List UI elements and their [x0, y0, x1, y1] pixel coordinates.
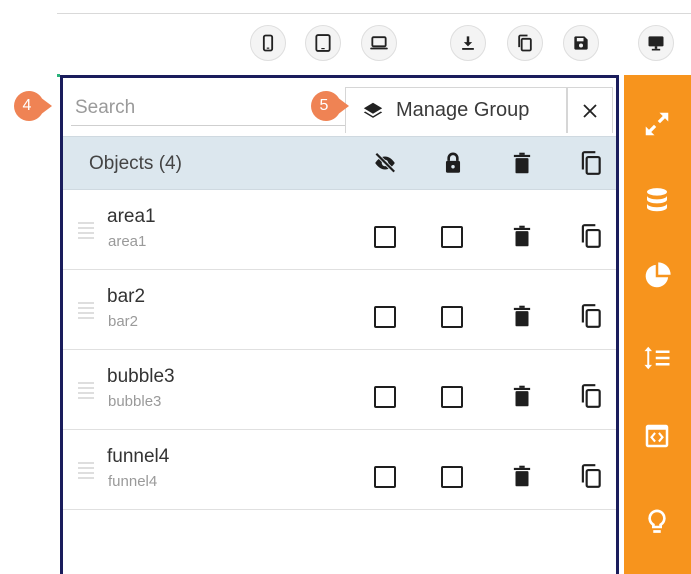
mobile-view-button[interactable] [250, 25, 286, 61]
objects-panel: Manage Group Objects (4) area1 area1 bar [60, 75, 619, 574]
save-icon [574, 36, 588, 50]
lock-checkbox[interactable] [441, 226, 463, 248]
trash-icon[interactable] [507, 461, 537, 491]
object-subtitle: funnel4 [108, 473, 158, 490]
visibility-checkbox[interactable] [374, 306, 396, 328]
trash-icon[interactable] [507, 221, 537, 251]
trash-icon[interactable] [507, 381, 537, 411]
object-row[interactable]: bubble3 bubble3 [63, 350, 616, 430]
expand-button[interactable] [640, 107, 674, 141]
callout-badge-4: 4 [14, 91, 52, 121]
search-input[interactable] [71, 90, 347, 126]
mobile-icon [262, 34, 274, 52]
manage-group-label: Manage Group [396, 99, 530, 121]
visibility-checkbox[interactable] [374, 386, 396, 408]
desktop-view-button[interactable] [638, 25, 674, 61]
object-name: area1 [107, 206, 156, 227]
object-row[interactable]: bar2 bar2 [63, 270, 616, 350]
trash-icon[interactable] [507, 301, 537, 331]
object-name: funnel4 [107, 446, 170, 467]
laptop-icon [370, 36, 388, 50]
toolbar-divider [57, 13, 691, 14]
pie-chart-button[interactable] [640, 259, 674, 293]
copy-icon[interactable] [576, 221, 606, 251]
sort-list-icon [644, 346, 670, 370]
drag-handle-icon[interactable] [77, 220, 95, 240]
objects-header: Objects (4) [63, 136, 616, 190]
object-row[interactable]: area1 area1 [63, 190, 616, 270]
visibility-checkbox[interactable] [374, 226, 396, 248]
callout-number: 5 [319, 97, 329, 114]
tablet-icon [315, 34, 331, 52]
lock-checkbox[interactable] [441, 466, 463, 488]
sort-list-button[interactable] [640, 341, 674, 375]
lock-checkbox[interactable] [441, 306, 463, 328]
copy-button[interactable] [507, 25, 543, 61]
object-subtitle: bar2 [108, 313, 139, 330]
callout-badge-5: 5 [311, 91, 349, 121]
copy-icon[interactable] [576, 461, 606, 491]
drag-handle-icon[interactable] [77, 460, 95, 480]
object-row[interactable]: funnel4 funnel4 [63, 430, 616, 510]
object-name: bubble3 [107, 366, 175, 387]
layers-icon [363, 102, 383, 118]
database-button[interactable] [640, 183, 674, 217]
manage-group-button[interactable]: Manage Group [345, 87, 567, 133]
object-subtitle: bubble3 [108, 393, 162, 410]
drag-handle-icon[interactable] [77, 300, 95, 320]
copy-icon [518, 34, 532, 52]
pie-chart-icon [645, 262, 671, 288]
drag-handle-icon[interactable] [77, 380, 95, 400]
desktop-icon [648, 36, 664, 51]
copy-all-icon[interactable] [576, 148, 606, 178]
trash-icon[interactable] [507, 148, 537, 178]
object-subtitle: area1 [108, 233, 147, 250]
close-button[interactable] [567, 87, 613, 133]
code-button[interactable] [640, 419, 674, 453]
visibility-checkbox[interactable] [374, 466, 396, 488]
tool-sidebar [624, 75, 691, 574]
lock-checkbox[interactable] [441, 386, 463, 408]
expand-icon [645, 112, 669, 136]
lightbulb-button[interactable] [640, 505, 674, 539]
laptop-view-button[interactable] [361, 25, 397, 61]
callout-number: 4 [22, 97, 32, 114]
copy-icon[interactable] [576, 301, 606, 331]
lightbulb-icon [648, 509, 666, 533]
tablet-view-button[interactable] [305, 25, 341, 61]
lock-icon[interactable] [438, 148, 468, 178]
download-icon [462, 36, 474, 50]
download-button[interactable] [450, 25, 486, 61]
visibility-off-icon[interactable] [370, 148, 400, 178]
object-name: bar2 [107, 286, 146, 307]
save-button[interactable] [563, 25, 599, 61]
copy-icon[interactable] [576, 381, 606, 411]
close-icon [583, 103, 597, 118]
code-icon [645, 424, 669, 448]
database-icon [647, 188, 667, 212]
objects-count-title: Objects (4) [89, 153, 182, 174]
